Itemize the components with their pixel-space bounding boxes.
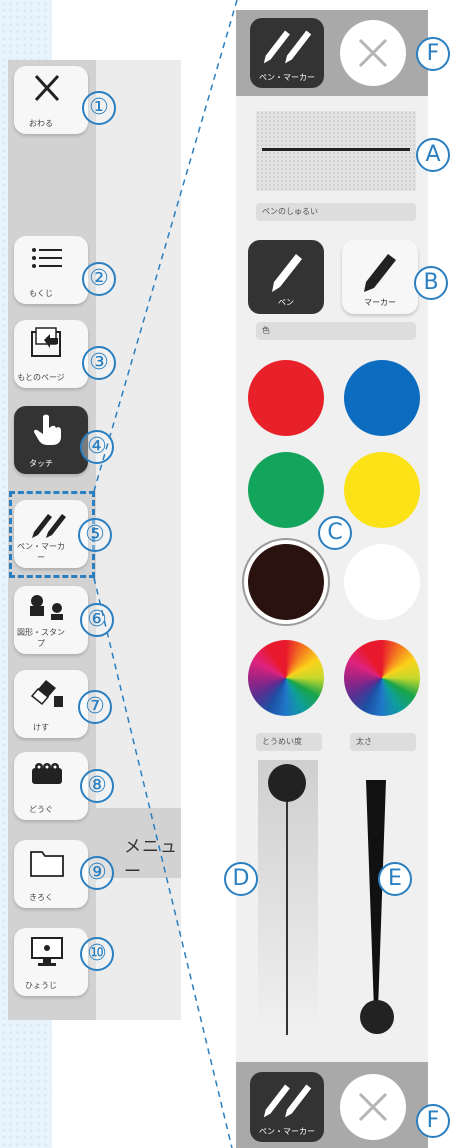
pen-marker-mode-label: ペン・マーカー <box>259 73 315 82</box>
close-book-button[interactable]: おわる <box>14 66 88 134</box>
previous-page-label: もとのページ <box>17 373 65 382</box>
eraser-icon <box>30 680 63 707</box>
close-icon <box>358 1092 388 1122</box>
toolbox-icon <box>32 763 62 784</box>
size-label: 太さ <box>350 733 416 751</box>
opacity-slider-line <box>286 790 288 1035</box>
color-swatch-black-selected[interactable] <box>248 544 324 620</box>
color-swatch-green[interactable] <box>248 452 324 528</box>
eraser-label: けす <box>33 723 49 732</box>
eraser-button[interactable]: けす <box>14 670 88 738</box>
touch-button[interactable]: タッチ <box>14 406 88 474</box>
pen-marker-icon <box>263 30 312 64</box>
pen-type-label: ペン <box>278 298 294 307</box>
display-label: ひょうじ <box>25 981 57 990</box>
contents-label: もくじ <box>29 289 53 298</box>
list-icon <box>32 248 62 268</box>
callout-letter-e: E <box>378 862 412 896</box>
color-swatch-red[interactable] <box>248 360 324 436</box>
callout-number-6: ⑥ <box>80 603 114 637</box>
close-icon <box>34 74 60 102</box>
tools-label: どうぐ <box>29 805 53 814</box>
tools-button[interactable]: どうぐ <box>14 752 88 820</box>
color-swatch-white[interactable] <box>344 544 420 620</box>
stroke-preview <box>256 111 416 191</box>
pen-type-section-label: ペンのしゅるい <box>256 203 416 221</box>
color-swatch-yellow[interactable] <box>344 452 420 528</box>
folder-icon <box>30 851 64 877</box>
records-label: きろく <box>29 893 53 902</box>
pen-marker-icon <box>263 1084 312 1118</box>
hand-pointer-icon <box>34 414 61 445</box>
size-slider-track <box>366 780 386 1010</box>
callout-letter-c: C <box>318 516 352 550</box>
callout-number-2: ② <box>82 262 116 296</box>
callout-number-10: ⑩ <box>80 937 114 971</box>
marker-type-label: マーカー <box>364 298 396 307</box>
callout-number-9: ⑨ <box>80 856 114 890</box>
callout-number-8: ⑧ <box>80 769 114 803</box>
panel-close-button[interactable] <box>340 20 406 86</box>
callout-number-5: ⑤ <box>78 518 112 552</box>
menu-tab-label: メニュー <box>124 837 178 882</box>
monitor-icon <box>31 937 63 966</box>
custom-color-wheel-left[interactable] <box>248 640 324 716</box>
close-book-label: おわる <box>29 119 53 128</box>
color-section-label: 色 <box>256 322 416 340</box>
shape-stamp-label: 図形・スタンプ <box>17 628 65 648</box>
shape-stamp-icon <box>30 595 63 620</box>
opacity-label: とうめい度 <box>256 733 322 751</box>
back-page-icon <box>31 327 61 357</box>
callout-letter-b: B <box>414 266 448 300</box>
opacity-slider-track <box>258 760 318 1040</box>
callout-number-7: ⑦ <box>78 690 112 724</box>
display-button[interactable]: ひょうじ <box>14 928 88 996</box>
callout-letter-f-bottom: F <box>416 1104 450 1138</box>
stroke-preview-line <box>262 148 410 151</box>
color-swatch-blue[interactable] <box>344 360 420 436</box>
callout-letter-a: A <box>416 138 450 172</box>
records-button[interactable]: きろく <box>14 840 88 908</box>
callout-letter-d: D <box>224 862 258 896</box>
touch-label: タッチ <box>29 459 53 468</box>
opacity-slider-knob[interactable] <box>268 764 306 802</box>
panel-close-button-bottom[interactable] <box>340 1074 406 1140</box>
pen-marker-mode-button-bottom[interactable]: ペン・マーカー <box>250 1072 324 1142</box>
pen-icon <box>272 254 302 292</box>
previous-page-button[interactable]: もとのページ <box>14 320 88 388</box>
custom-color-wheel-right[interactable] <box>344 640 420 716</box>
callout-letter-f-top: F <box>416 37 450 71</box>
callout-number-1: ① <box>82 91 116 125</box>
marker-icon <box>364 254 396 292</box>
marker-type-button[interactable]: マーカー <box>342 240 418 314</box>
pen-type-button[interactable]: ペン <box>248 240 324 314</box>
callout-number-4: ④ <box>80 430 114 464</box>
pen-marker-mode-button[interactable]: ペン・マーカー <box>250 18 324 88</box>
shape-stamp-button[interactable]: 図形・スタンプ <box>14 586 88 654</box>
contents-button[interactable]: もくじ <box>14 236 88 304</box>
size-slider-knob[interactable] <box>360 1000 394 1034</box>
pen-marker-mode-label-bottom: ペン・マーカー <box>259 1127 315 1136</box>
callout-number-3: ③ <box>82 346 116 380</box>
close-icon <box>358 38 388 68</box>
